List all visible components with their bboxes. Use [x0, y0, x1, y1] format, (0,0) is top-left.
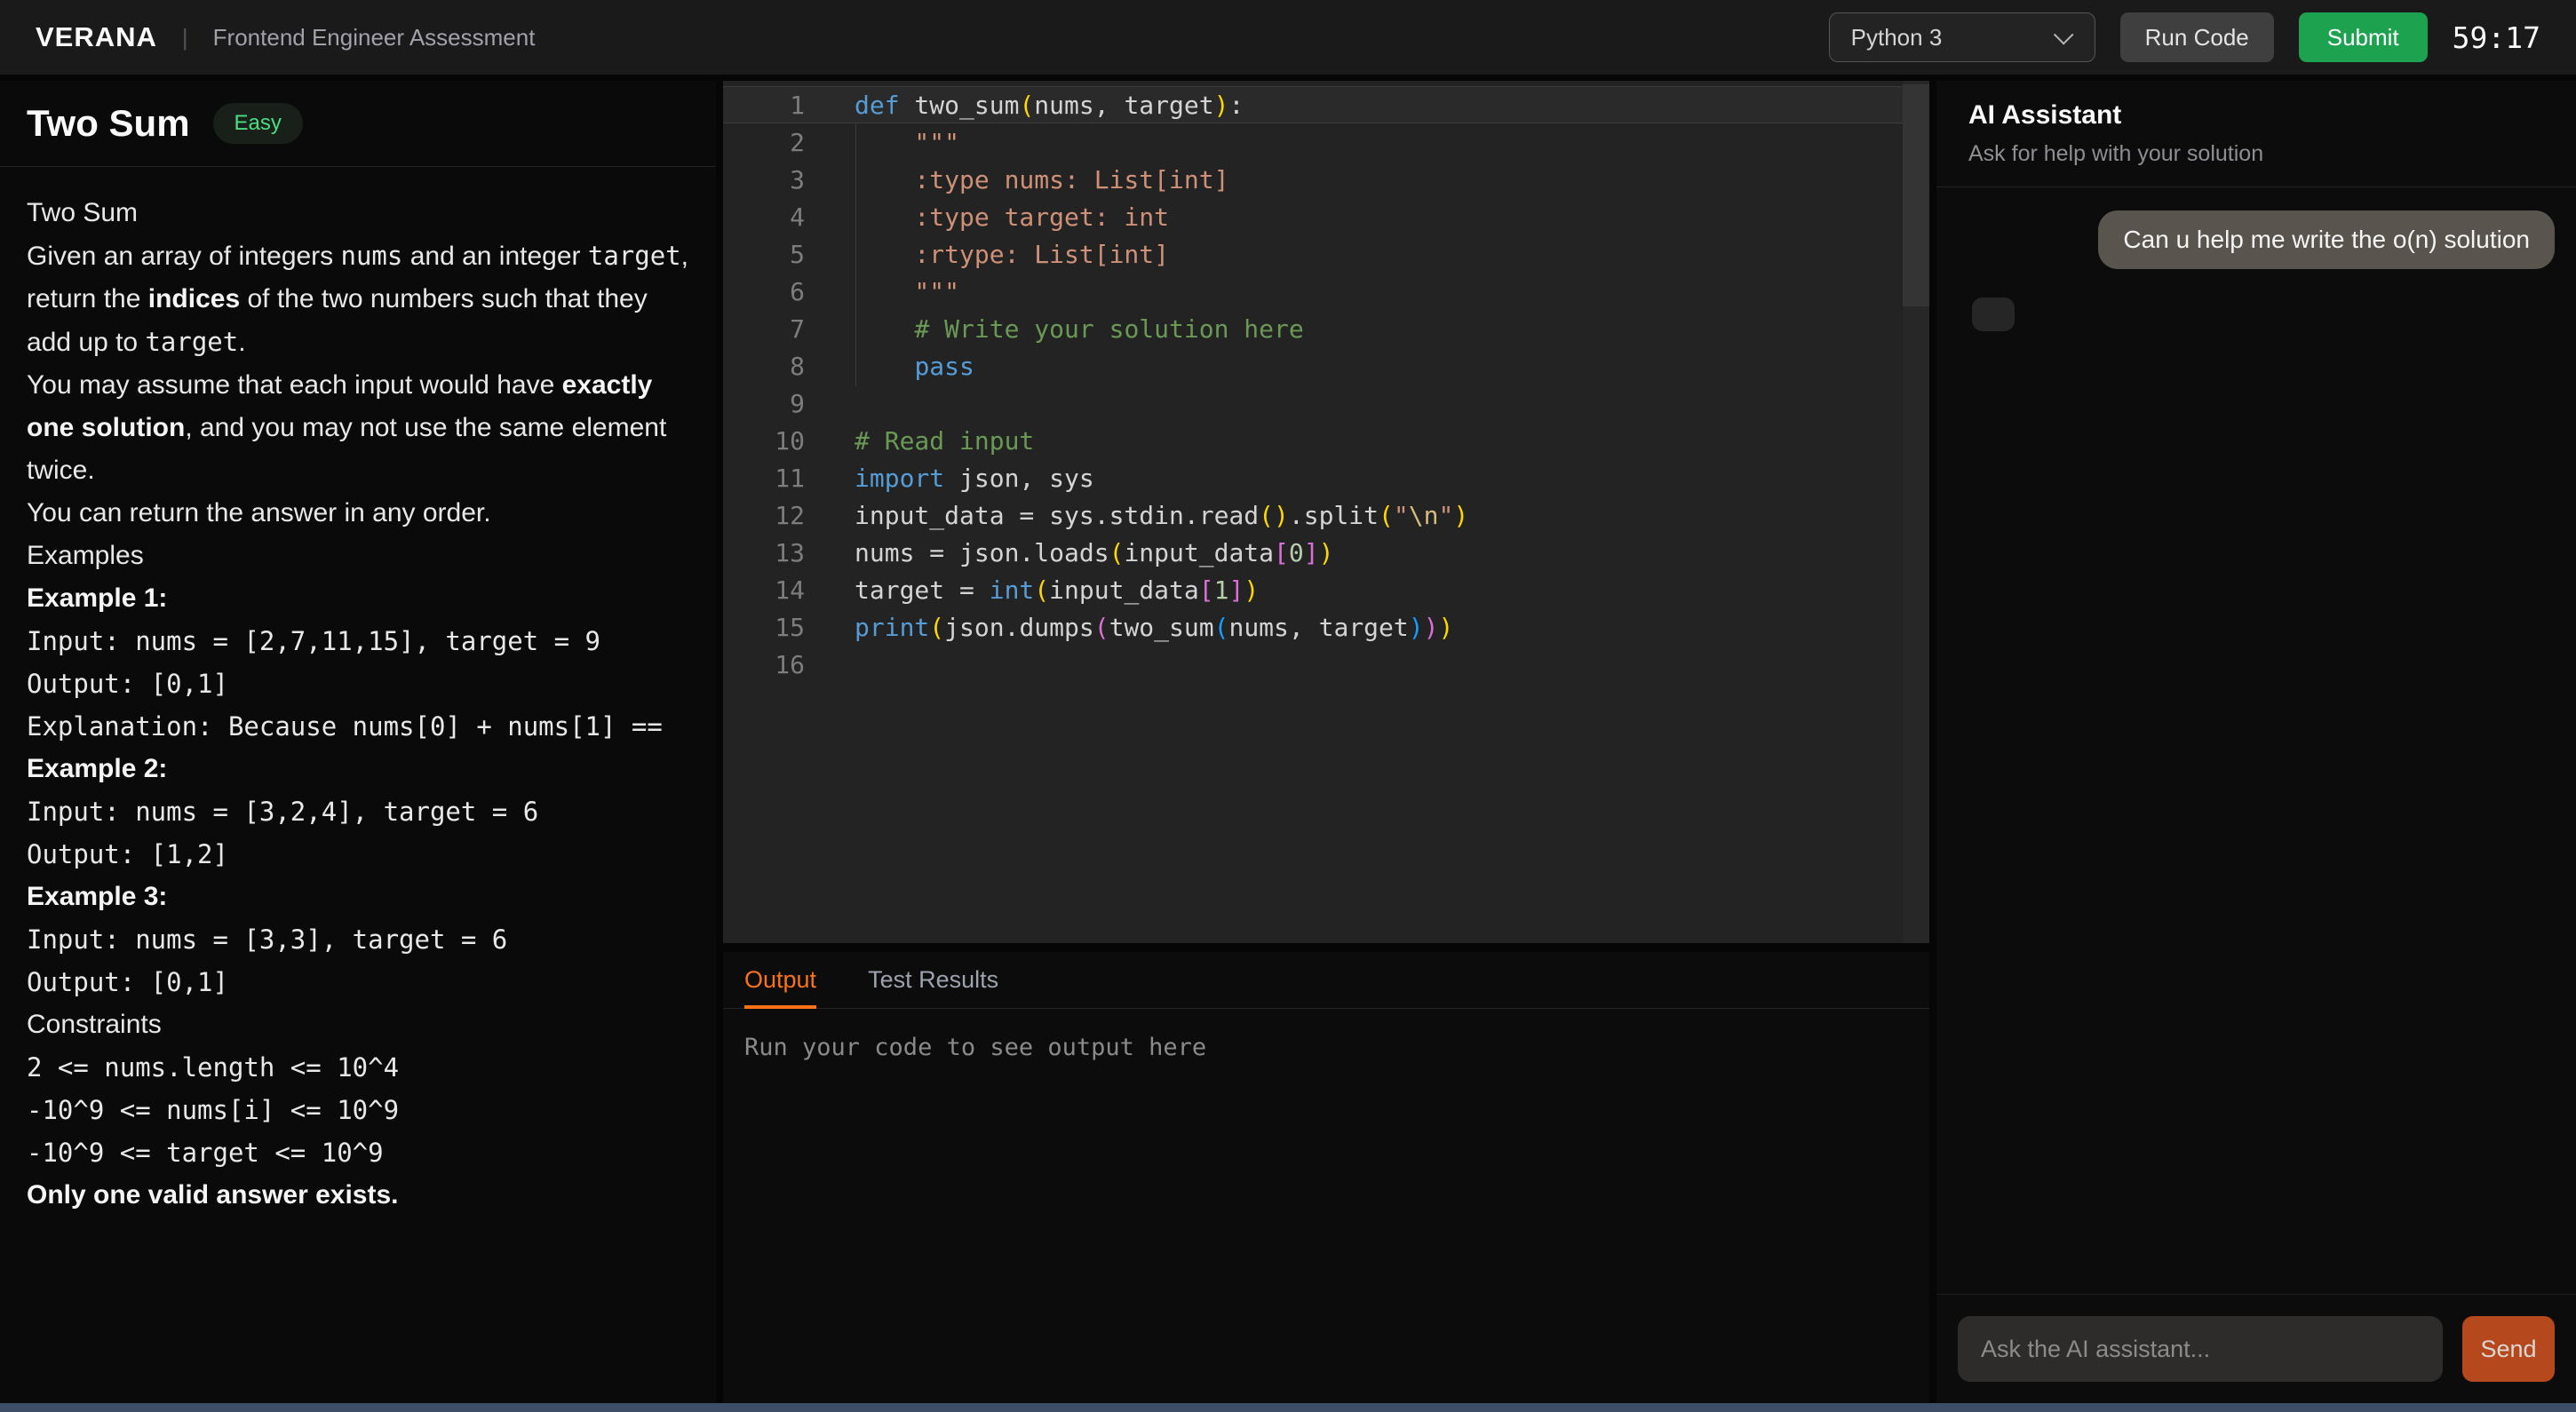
language-select-value: Python 3 [1851, 24, 1943, 52]
chat-input[interactable] [1958, 1316, 2443, 1382]
description-line: Output: [0,1] [27, 961, 689, 1003]
output-panel: Output Test Results Run your code to see … [723, 952, 1929, 1403]
editor-scrollbar[interactable] [1903, 81, 1929, 943]
code-line: 2 """ [723, 123, 1929, 161]
send-button[interactable]: Send [2462, 1316, 2555, 1382]
language-select[interactable]: Python 3 [1829, 12, 2095, 62]
code-line: 1def two_sum(nums, target): [723, 86, 1929, 123]
line-number: 15 [723, 613, 805, 642]
code-line: 6 """ [723, 273, 1929, 310]
line-number: 16 [723, 650, 805, 679]
description-line: -10^9 <= target <= 10^9 [27, 1131, 689, 1174]
ai-assistant-subtitle: Ask for help with your solution [1968, 141, 2544, 167]
problem-header: Two Sum Easy [0, 81, 716, 167]
code-line: 14target = int(input_data[1]) [723, 571, 1929, 608]
description-line: 2 <= nums.length <= 10^4 [27, 1046, 689, 1089]
description-line: Example 2: [27, 748, 689, 790]
code-lines: 1def two_sum(nums, target):2 """3 :type … [723, 86, 1929, 683]
line-number: 11 [723, 464, 805, 493]
code-line: 12input_data = sys.stdin.read().split("\… [723, 496, 1929, 534]
description-line: Explanation: Because nums[0] + nums[1] =… [27, 705, 689, 748]
description-line: Only one valid answer exists. [27, 1174, 689, 1217]
main-area: Two Sum Easy Two SumGiven an array of in… [0, 75, 2576, 1403]
line-number: 1 [723, 91, 805, 120]
page-title: Two Sum [27, 102, 190, 145]
chat-input-row: Send [1936, 1294, 2576, 1403]
description-line: Input: nums = [3,2,4], target = 6 [27, 790, 689, 833]
tab-output[interactable]: Output [744, 952, 816, 1008]
line-number: 13 [723, 538, 805, 567]
ai-assistant-title: AI Assistant [1968, 100, 2544, 131]
line-number: 9 [723, 389, 805, 418]
timer: 59:17 [2453, 20, 2540, 55]
code-line: 10# Read input [723, 422, 1929, 459]
line-number: 3 [723, 165, 805, 194]
description-line: Input: nums = [3,3], target = 6 [27, 918, 689, 961]
code-line: 16 [723, 646, 1929, 683]
description-line: Example 3: [27, 876, 689, 918]
header-separator: | [182, 24, 188, 52]
line-number: 6 [723, 277, 805, 306]
description-line: You may assume that each input would hav… [27, 364, 689, 492]
description-line: Output: [0,1] [27, 662, 689, 705]
code-line: 8 pass [723, 347, 1929, 385]
chevron-down-icon [2054, 25, 2074, 45]
line-number: 5 [723, 240, 805, 269]
top-bar: VERANA | Frontend Engineer Assessment Py… [0, 0, 2576, 75]
code-line: 11import json, sys [723, 459, 1929, 496]
description-line: -10^9 <= nums[i] <= 10^9 [27, 1089, 689, 1131]
code-line: 4 :type target: int [723, 198, 1929, 235]
line-number: 4 [723, 202, 805, 232]
output-placeholder: Run your code to see output here [723, 1009, 1929, 1086]
user-message-bubble: Can u help me write the o(n) solution [2098, 210, 2555, 269]
description-line: You can return the answer in any order. [27, 492, 689, 535]
chat-history: Can u help me write the o(n) solution [1936, 187, 2576, 1294]
line-number: 2 [723, 128, 805, 157]
description-line: Given an array of integers nums and an i… [27, 234, 689, 364]
submit-button[interactable]: Submit [2299, 12, 2428, 62]
run-code-button[interactable]: Run Code [2120, 12, 2274, 62]
tab-test-results[interactable]: Test Results [868, 952, 998, 1008]
code-line: 5 :rtype: List[int] [723, 235, 1929, 273]
problem-description: Two SumGiven an array of integers nums a… [0, 167, 716, 1241]
typing-indicator [1972, 297, 2015, 331]
description-line: Example 1: [27, 577, 689, 620]
description-line: Output: [1,2] [27, 833, 689, 876]
ai-assistant-panel: AI Assistant Ask for help with your solu… [1936, 81, 2576, 1403]
code-line: 7 # Write your solution here [723, 310, 1929, 347]
code-editor[interactable]: 1def two_sum(nums, target):2 """3 :type … [723, 81, 1929, 943]
app-window: VERANA | Frontend Engineer Assessment Py… [0, 0, 2576, 1412]
ai-assistant-header: AI Assistant Ask for help with your solu… [1936, 81, 2576, 187]
code-line: 3 :type nums: List[int] [723, 161, 1929, 198]
code-line: 13nums = json.loads(input_data[0]) [723, 534, 1929, 571]
line-number: 14 [723, 575, 805, 605]
output-tabs: Output Test Results [723, 952, 1929, 1009]
scrollbar-thumb[interactable] [1903, 84, 1929, 306]
assessment-title: Frontend Engineer Assessment [213, 24, 536, 52]
problem-panel: Two Sum Easy Two SumGiven an array of in… [0, 81, 716, 1403]
description-line: Examples [27, 535, 689, 577]
center-column: 1def two_sum(nums, target):2 """3 :type … [723, 81, 1929, 1403]
header-actions: Python 3 Run Code Submit 59:17 [1829, 12, 2540, 62]
description-line: Input: nums = [2,7,11,15], target = 9 [27, 620, 689, 662]
line-number: 12 [723, 501, 805, 530]
line-number: 7 [723, 314, 805, 344]
line-number: 8 [723, 352, 805, 381]
description-line: Constraints [27, 1003, 689, 1046]
brand-logo: VERANA [36, 21, 157, 53]
difficulty-badge: Easy [213, 103, 303, 144]
description-line: Two Sum [27, 192, 689, 234]
code-line: 9 [723, 385, 1929, 422]
line-number: 10 [723, 426, 805, 456]
code-line: 15print(json.dumps(two_sum(nums, target)… [723, 608, 1929, 646]
desktop-background [0, 1403, 2576, 1412]
